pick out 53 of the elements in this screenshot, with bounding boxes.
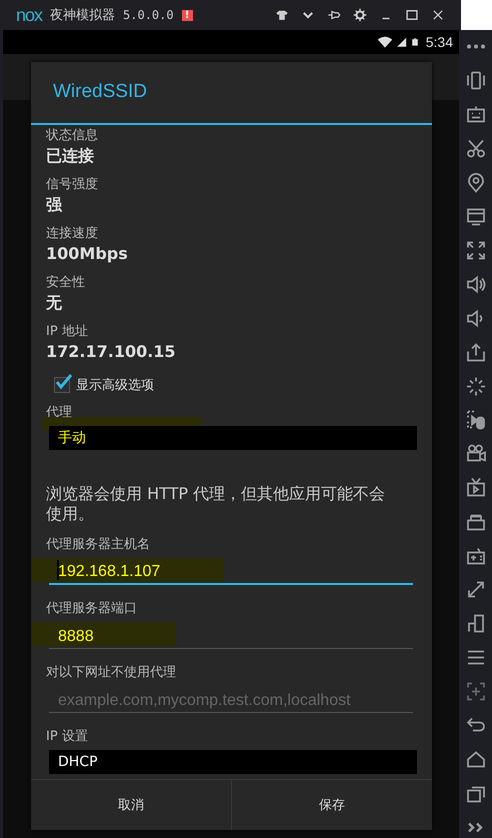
info-value: 强 (46, 194, 64, 216)
info-value: 100Mbps (46, 242, 129, 265)
info-note: 浏览器会使用 HTTP 代理，但其他应用可能不会使用。 (46, 484, 386, 524)
add-icon[interactable] (466, 681, 486, 702)
home-icon[interactable] (466, 749, 486, 770)
phone-icon[interactable] (466, 70, 486, 91)
info-value: 172.17.100.15 (46, 340, 177, 363)
field-label: 对以下网址不使用代理 (46, 664, 177, 682)
version-label: 5.0.0.0 (123, 8, 174, 22)
mouse-icon[interactable] (466, 409, 486, 430)
loading-icon[interactable] (466, 376, 486, 396)
input-field[interactable]: 192.168.1.107 (49, 560, 413, 585)
volume-down-icon[interactable] (466, 308, 486, 329)
info-label: IP 地址 (46, 322, 89, 341)
dialog-title: WiredSSID (31, 62, 432, 125)
settings-icon[interactable] (353, 8, 367, 22)
close-icon[interactable] (431, 8, 445, 22)
app-title: 夜神模拟器 (50, 7, 116, 24)
field-label: 代理服务器端口 (46, 600, 138, 618)
monitor-icon[interactable] (466, 206, 486, 227)
keyboard-icon[interactable] (466, 104, 486, 125)
info-label: 信号强度 (46, 176, 99, 194)
clock-time: 5:34 (426, 34, 453, 50)
checkbox-label: 显示高级选项 (76, 376, 154, 394)
expand-icon[interactable] (466, 240, 486, 261)
field-label: 代理服务器主机名 (46, 536, 151, 554)
info-value: 无 (46, 292, 63, 314)
shirt-icon[interactable] (275, 8, 289, 22)
signal-icon (396, 35, 408, 49)
video-camera-icon[interactable] (466, 443, 486, 464)
info-label: 安全性 (46, 274, 86, 292)
dropdown[interactable]: 手动 (49, 426, 417, 450)
cancel-button[interactable]: 取消 (31, 780, 231, 830)
save-button[interactable]: 保存 (231, 780, 432, 830)
dropdown[interactable]: DHCP (49, 750, 417, 774)
gamepad-icon[interactable] (466, 545, 486, 566)
wifi-icon (376, 34, 393, 50)
app-logo: nox (16, 4, 42, 26)
upload-icon[interactable] (466, 342, 486, 363)
volume-up-icon[interactable] (466, 274, 486, 295)
field-label: IP 设置 (46, 728, 89, 746)
checkbox[interactable] (54, 376, 70, 393)
info-value: 已连接 (46, 144, 95, 167)
tv-icon[interactable] (466, 477, 486, 498)
resize-arrow-icon[interactable] (466, 579, 486, 600)
scissors-icon[interactable] (466, 138, 486, 159)
field-label: 代理 (46, 404, 73, 422)
alert-badge[interactable]: ! (182, 10, 193, 20)
maximize-icon[interactable] (405, 8, 419, 22)
info-label: 连接速度 (46, 224, 99, 243)
info-label: 状态信息 (46, 126, 99, 145)
input-field[interactable]: 8888 (49, 624, 413, 649)
location-pin-icon[interactable] (466, 172, 486, 193)
